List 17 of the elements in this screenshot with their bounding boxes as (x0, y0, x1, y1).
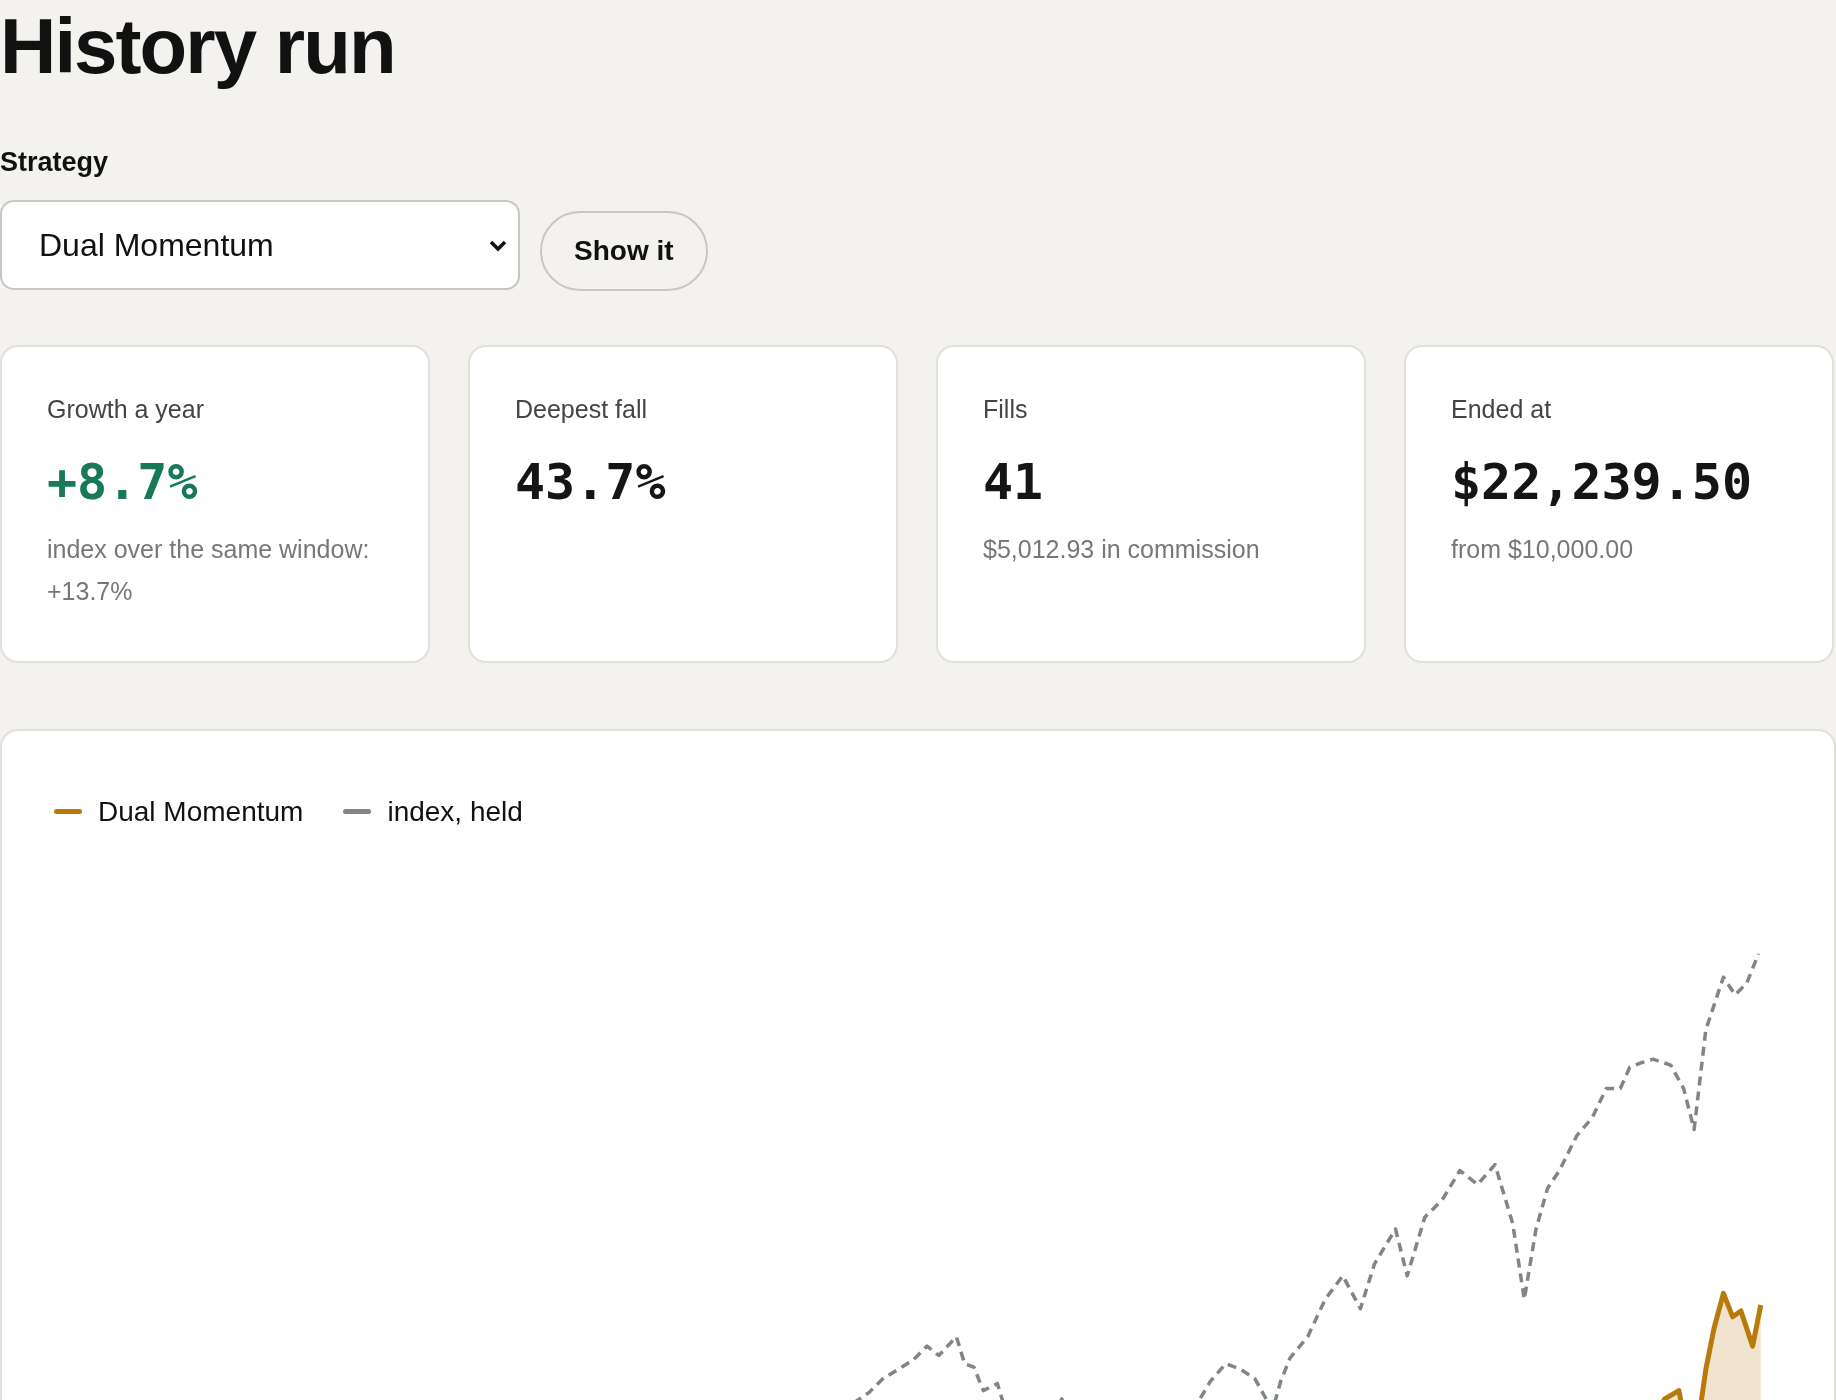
stat-note: index over the same window: +13.7% (47, 534, 371, 607)
field-label: Strategy (0, 146, 109, 179)
stat-label: Fills (983, 393, 1028, 425)
legend-label: Dual Momentum (98, 794, 304, 829)
stat-label: Growth a year (47, 393, 204, 425)
stat-label: Ended at (1451, 393, 1552, 425)
legend-label: index, held (387, 794, 523, 829)
stat-label: Deepest fall (515, 393, 648, 425)
stat-note: $5,012.93 in commission (983, 534, 1260, 565)
stat-value: 43.7% (515, 452, 666, 512)
stat-value: +8.7% (47, 452, 198, 512)
strategy-select[interactable]: Dual Momentum (0, 199, 520, 290)
page-title: History run (0, 1, 396, 92)
stat-value: $22,239.50 (1451, 452, 1753, 512)
stat-value: 41 (983, 452, 1044, 512)
stat-note: from $10,000.00 (1451, 534, 1634, 565)
show-button[interactable]: Show it (540, 210, 708, 291)
